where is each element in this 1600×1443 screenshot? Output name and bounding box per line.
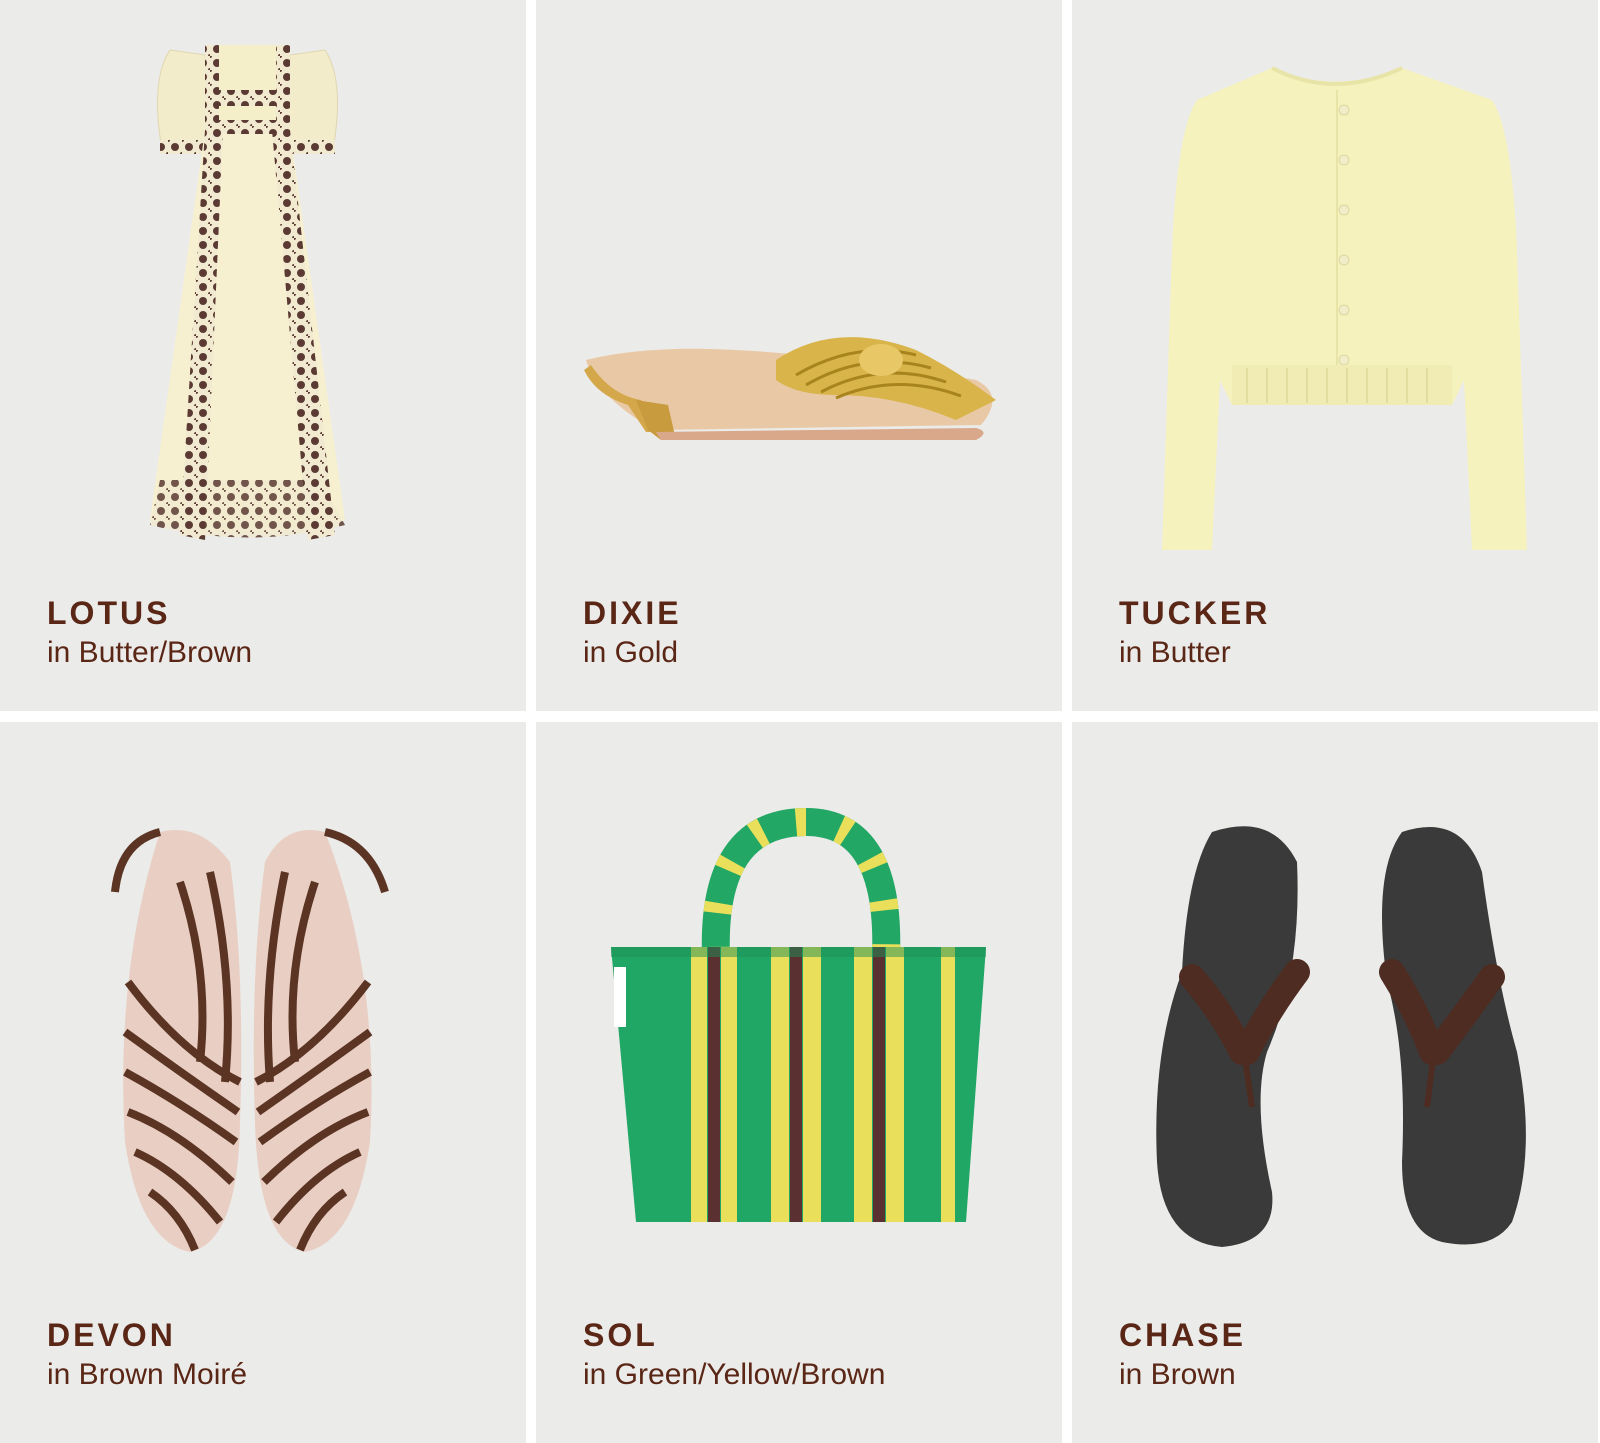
product-color: in Butter/Brown [47, 636, 253, 669]
product-color: in Butter [1119, 636, 1231, 669]
product-name[interactable]: CHASE [1119, 1319, 1246, 1351]
product-card-dixie[interactable]: DIXIE in Gold [536, 0, 1062, 711]
product-color: in Brown [1119, 1358, 1236, 1391]
chase-flip-flops-image [1156, 826, 1526, 1247]
product-color: in Gold [583, 636, 679, 669]
product-name[interactable]: DIXIE [583, 597, 682, 629]
lotus-dress-image [150, 45, 345, 540]
product-card-tucker[interactable]: TUCKER in Butter [1072, 0, 1598, 711]
product-card-lotus[interactable]: LOTUS in Butter/Brown [0, 0, 526, 711]
devon-sandals-image [111, 828, 389, 1252]
product-name[interactable]: LOTUS [47, 597, 170, 629]
product-card-devon[interactable]: DEVON in Brown Moiré [0, 722, 526, 1443]
product-name[interactable]: SOL [583, 1319, 658, 1351]
dixie-sandal-image [584, 337, 996, 440]
product-grid: LOTUS in Butter/Brown DIXIE in Gold TUCK… [0, 0, 1600, 1443]
product-name[interactable]: DEVON [47, 1319, 176, 1351]
product-color: in Brown Moiré [47, 1358, 248, 1391]
tucker-cardigan-image [1162, 66, 1527, 550]
product-card-sol[interactable]: SOL in Green/Yellow/Brown [536, 722, 1062, 1443]
product-name[interactable]: TUCKER [1119, 597, 1270, 629]
product-color: in Green/Yellow/Brown [583, 1358, 886, 1391]
sol-tote-image [611, 807, 986, 1222]
product-card-chase[interactable]: CHASE in Brown [1072, 722, 1598, 1443]
